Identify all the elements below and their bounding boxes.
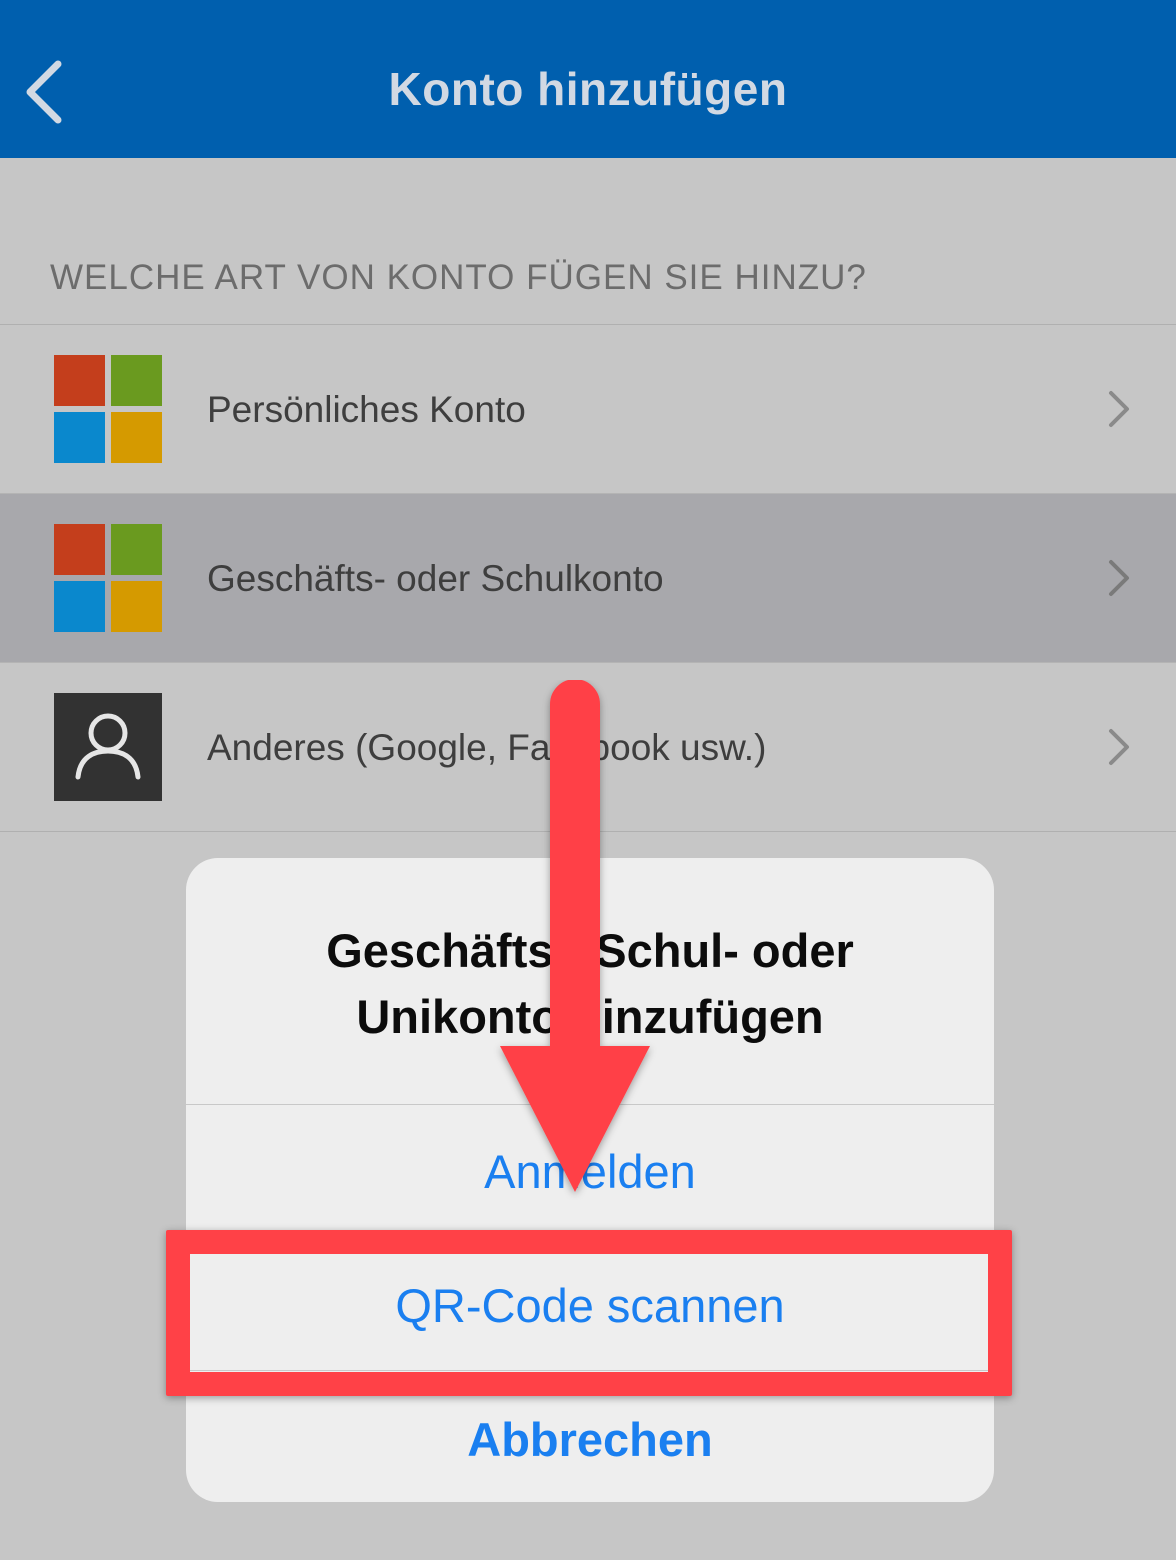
microsoft-logo-icon [54,524,162,632]
user-icon [54,693,162,801]
chevron-right-icon [1109,560,1129,596]
scan-qr-code-button[interactable]: QR-Code scannen [186,1278,994,1333]
navigation-bar: Konto hinzufügen [0,0,1176,158]
list-item-label: Geschäfts- oder Schulkonto [207,558,664,599]
list-item-personal-account[interactable]: Persönliches Konto [0,325,1176,494]
divider [186,1104,994,1105]
section-header: WELCHE ART VON KONTO FÜGEN SIE HINZU? [50,258,867,297]
chevron-right-icon [1109,729,1129,765]
list-item-label: Persönliches Konto [207,389,526,430]
chevron-right-icon [1109,391,1129,427]
list-item-work-school-account[interactable]: Geschäfts- oder Schulkonto [0,494,1176,663]
action-sheet: Geschäfts-, Schul- oder Unikonto hinzufü… [186,858,994,1502]
microsoft-logo-icon [54,355,162,463]
divider [186,1238,994,1239]
sign-in-button[interactable]: Anmelden [186,1144,994,1199]
divider [186,1370,994,1371]
account-type-list: Persönliches Konto Geschäfts- oder Schul… [0,324,1176,832]
action-sheet-title: Geschäfts-, Schul- oder Unikonto hinzufü… [326,924,854,1043]
page-title: Konto hinzufügen [388,63,788,115]
list-item-label: Anderes (Google, Facebook usw.) [207,727,767,768]
cancel-button[interactable]: Abbrechen [186,1412,994,1467]
list-item-other-account[interactable]: Anderes (Google, Facebook usw.) [0,663,1176,831]
